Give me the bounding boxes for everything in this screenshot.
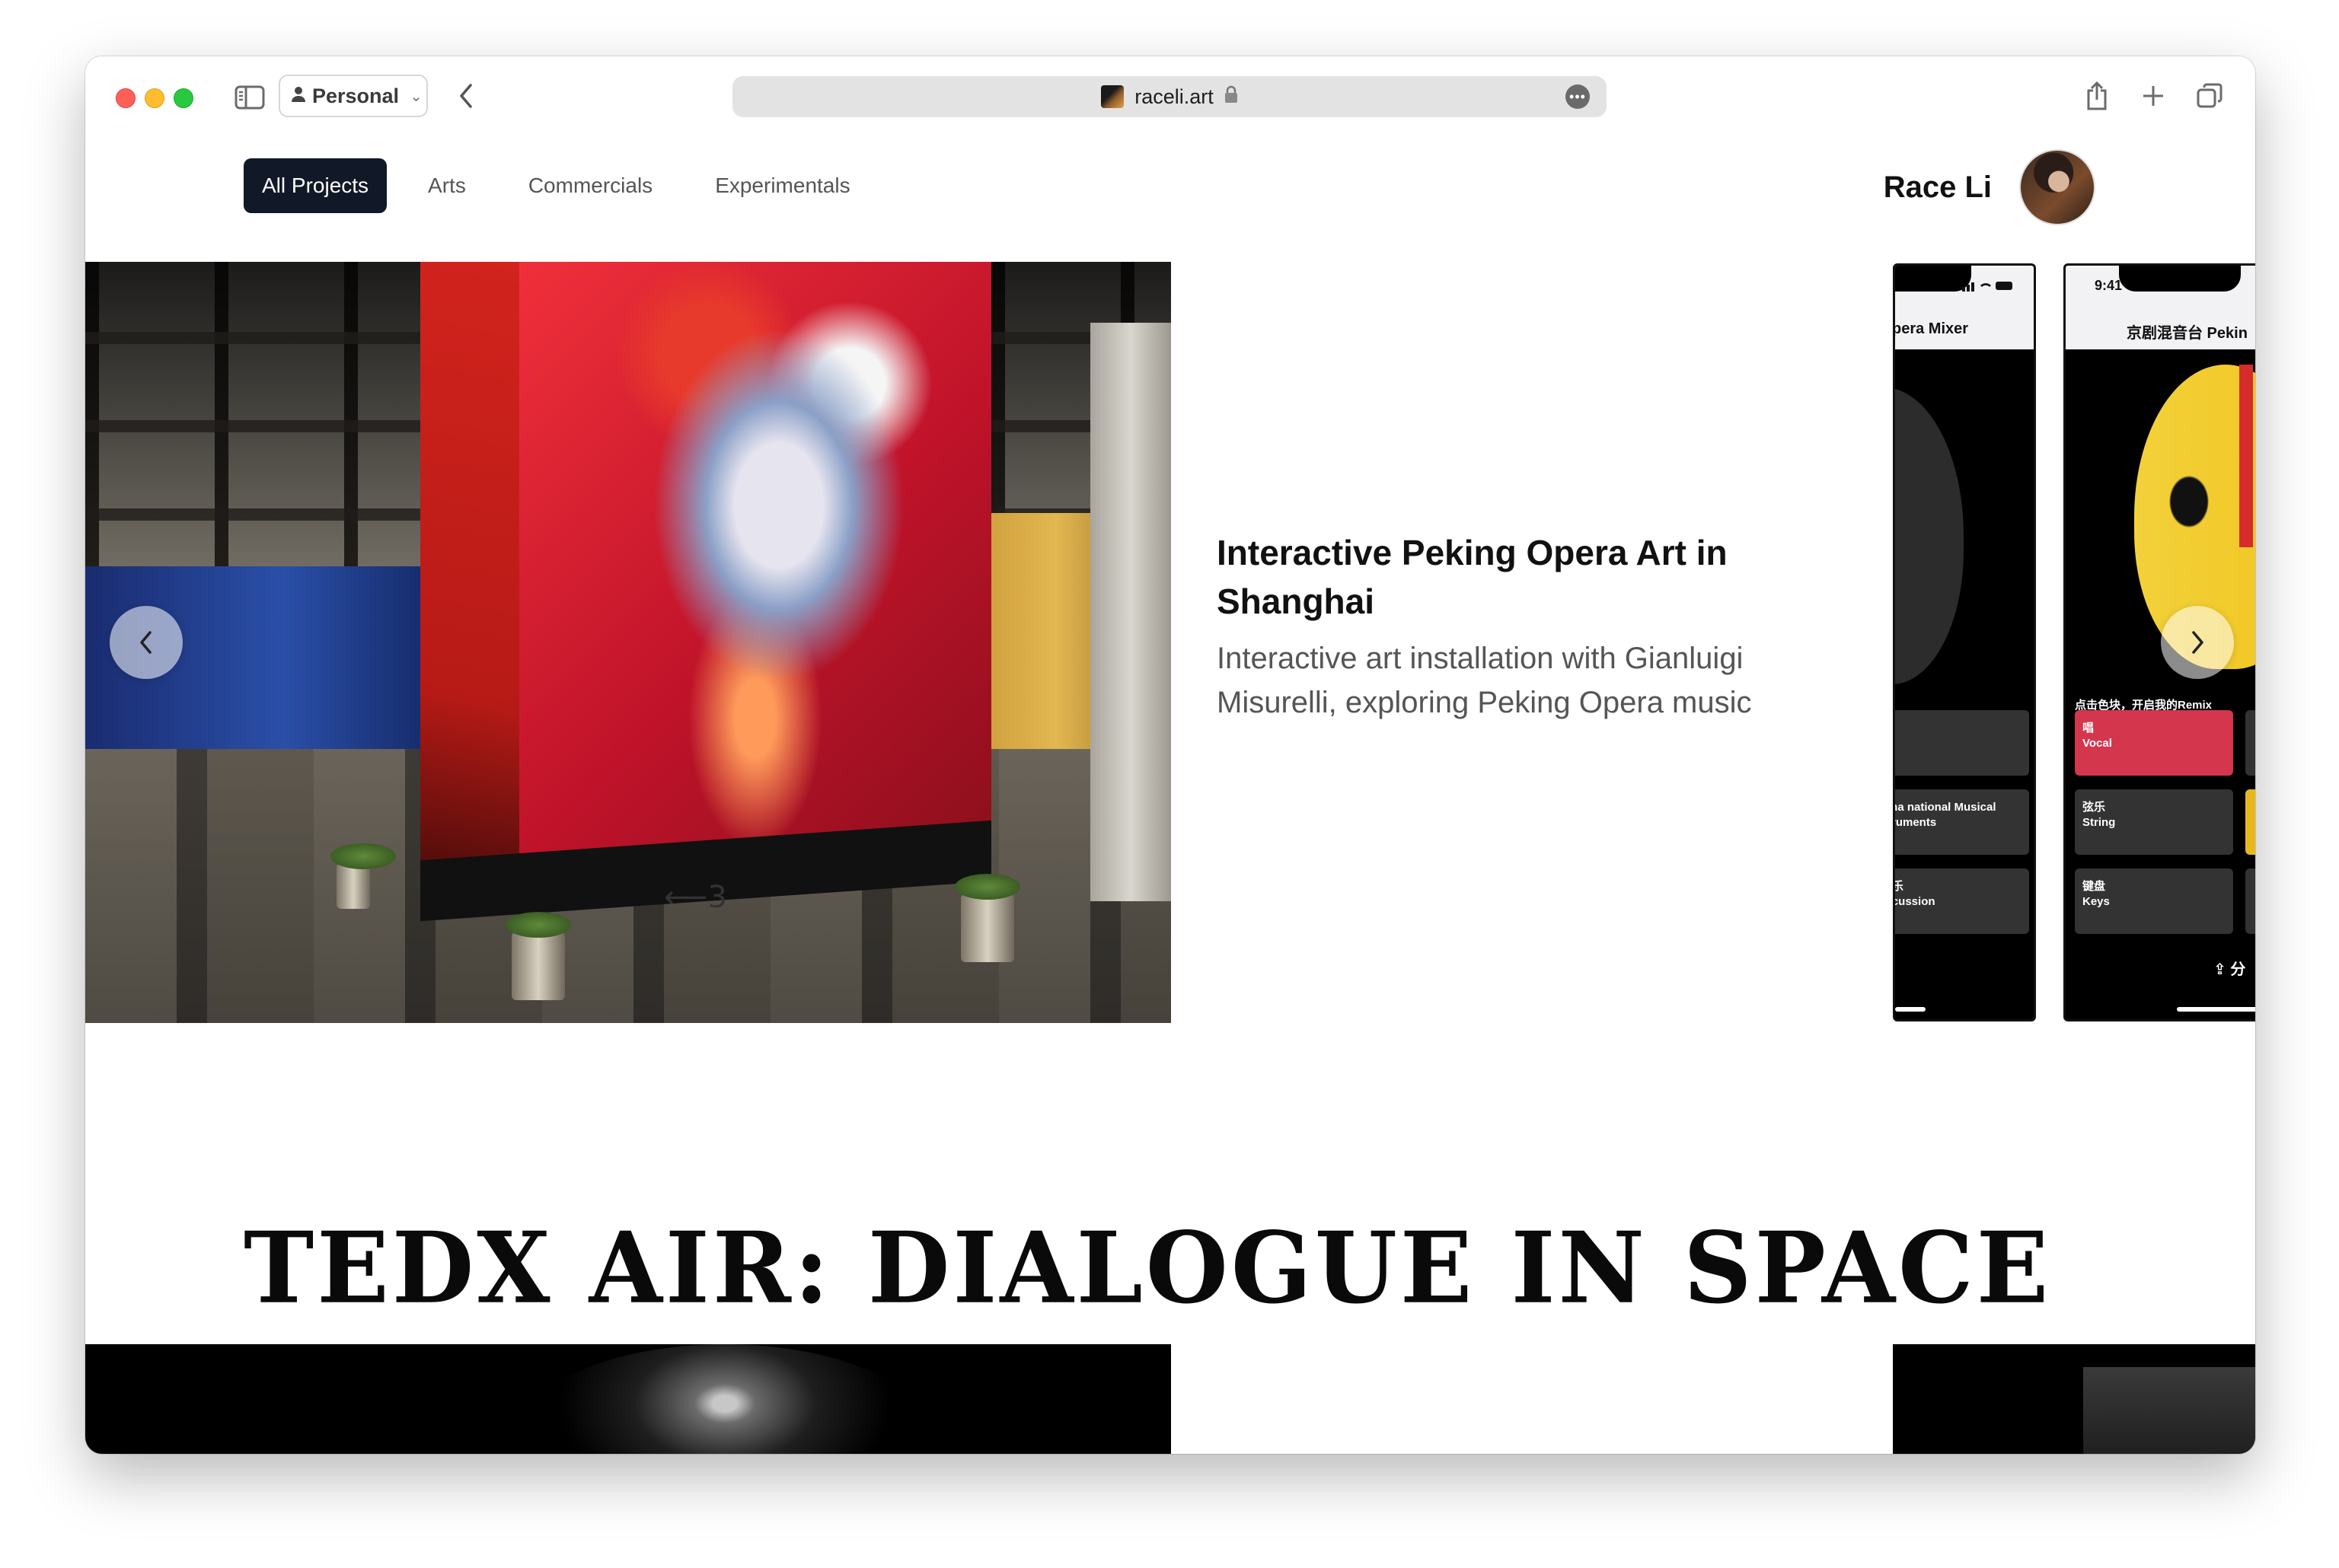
share-label: 分 — [2230, 961, 2246, 978]
app-title: pera Mixer — [1893, 320, 1969, 337]
phone-notch — [2119, 266, 2241, 292]
project-info: Interactive Peking Opera Art in Shanghai… — [1217, 528, 1811, 725]
address-bar[interactable]: raceli.art ••• — [732, 76, 1607, 117]
next-project-title[interactable]: TEDX AIR: DIALOGUE IN SPACE — [244, 1211, 2051, 1326]
planter — [955, 874, 1020, 962]
nav-commercials[interactable]: Commercials — [510, 158, 671, 213]
lock-icon — [1224, 85, 1238, 109]
chevron-down-icon: ⌄ — [410, 88, 423, 105]
home-indicator — [1895, 1007, 1926, 1012]
new-tab-icon[interactable] — [2136, 79, 2170, 113]
instrument-tile[interactable]: ina national Musical truments — [1895, 789, 2029, 855]
signal-wifi-battery-icon — [1962, 279, 2015, 292]
instrument-tile[interactable]: r乐 rcussion — [1895, 868, 2029, 934]
author-link[interactable]: Race Li — [1884, 149, 2095, 225]
project-title[interactable]: Interactive Peking Opera Art in Shanghai — [1217, 528, 1811, 626]
opera-mask-image — [1895, 387, 1964, 684]
nav-all-projects[interactable]: All Projects — [244, 158, 388, 213]
vocal-tile[interactable]: 唱 Vocal — [2075, 710, 2233, 776]
profile-label: Personal — [312, 84, 400, 107]
photo-light-splash — [512, 1344, 938, 1454]
string-tile[interactable]: 弦乐 String — [2075, 789, 2233, 855]
keys-tile[interactable]: 键盘 Keys — [2075, 868, 2233, 934]
browser-toolbar: Personal ⌄ raceli.art ••• — [85, 56, 2255, 137]
carousel-next-button[interactable] — [2161, 606, 2234, 679]
share-remix-button[interactable]: ⇪ 分 — [2213, 957, 2245, 979]
close-window-button[interactable] — [116, 88, 136, 108]
led-cube-opera-face — [519, 262, 991, 871]
share-icon: ⇪ — [2213, 961, 2226, 978]
photo-building — [2083, 1367, 2255, 1454]
share-icon[interactable] — [2080, 79, 2114, 113]
phone-clock: 9:41 — [2095, 278, 2123, 293]
profile-switcher-button[interactable]: Personal ⌄ — [279, 75, 428, 117]
app-screenshot-left[interactable]: pera Mixer k ina national Musical trumen… — [1893, 263, 2036, 1021]
page-menu-icon[interactable]: ••• — [1565, 84, 1590, 109]
minimize-window-button[interactable] — [145, 88, 164, 108]
tile-edge — [2245, 789, 2255, 855]
url-text: raceli.art — [1134, 84, 1214, 108]
phone-notch — [1895, 266, 1971, 292]
planter — [506, 912, 571, 1000]
next-project-photo-secondary[interactable] — [1893, 1344, 2255, 1454]
zoom-window-button[interactable] — [174, 88, 193, 108]
instrument-tile[interactable]: k — [1895, 710, 2029, 776]
back-arrow-icon[interactable] — [449, 79, 483, 113]
photo-floor-sign: ⟵3 — [664, 880, 727, 915]
carousel-previous-button[interactable] — [110, 606, 183, 679]
avatar — [2019, 149, 2095, 225]
project-description: Interactive art installation with Gianlu… — [1217, 642, 1752, 719]
browser-window: Personal ⌄ raceli.art ••• All Projects A… — [85, 56, 2255, 1454]
home-indicator — [2177, 1007, 2255, 1012]
project-photo[interactable]: ⟵3 — [85, 262, 1171, 1023]
sidebar-toggle-icon[interactable] — [235, 82, 265, 113]
next-project-photo[interactable] — [85, 1344, 1171, 1454]
nav-arts[interactable]: Arts — [410, 158, 484, 213]
photo-pillar — [1090, 323, 1171, 901]
tile-edge — [2245, 710, 2255, 776]
nav-experimentals[interactable]: Experimentals — [697, 158, 868, 213]
author-name: Race Li — [1883, 170, 1992, 204]
led-cube-side — [420, 262, 519, 901]
planter — [330, 843, 396, 909]
tab-overview-icon[interactable] — [2193, 79, 2226, 113]
tile-edge — [2245, 868, 2255, 934]
project-filter-nav: All Projects Arts Commercials Experiment… — [244, 158, 895, 213]
mask-red-stripe — [2239, 365, 2253, 547]
site-favicon — [1101, 85, 1125, 108]
person-icon — [291, 84, 306, 108]
app-title: 京剧混音台 Pekin — [2127, 325, 2248, 342]
